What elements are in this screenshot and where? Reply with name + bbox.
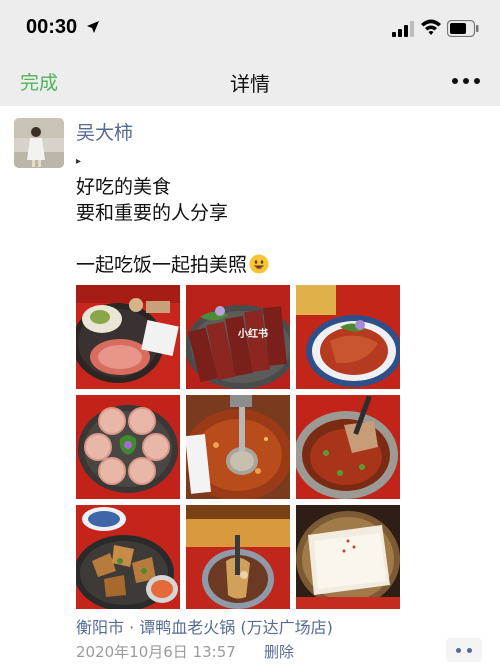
photo-watermark: 小红书 (237, 327, 268, 340)
more-dots-icon[interactable] (452, 76, 480, 86)
author-name[interactable]: 吴大柿 (76, 118, 133, 145)
post-timestamp: 2020年10月6日 13:57 (76, 643, 236, 661)
photo-platter-meat-sauce[interactable] (76, 285, 180, 389)
photo-grid: 小红书 (76, 285, 400, 609)
photo-bowl-chili-pieces[interactable] (296, 395, 400, 499)
photo-radish-cakes[interactable] (76, 395, 180, 499)
post-text-line: 一起吃饭一起拍美照 (76, 253, 269, 277)
post-text-line: 要和重要的人分享 (76, 202, 229, 224)
photo-tofu-skin-basket[interactable] (296, 505, 400, 609)
photo-hotpot-ladle[interactable] (186, 395, 290, 499)
grinning-face-emoji (249, 254, 269, 274)
nav-bar: 完成 详情 (0, 58, 500, 106)
comment-dots-icon[interactable] (446, 638, 482, 662)
page-title: 详情 (230, 72, 270, 96)
wifi-icon (421, 19, 441, 35)
post-text-line-content: 一起吃饭一起拍美照 (76, 254, 248, 276)
post-text-line: 好吃的美食 (76, 176, 172, 198)
delete-button[interactable]: 删除 (264, 641, 294, 662)
avatar[interactable] (14, 118, 64, 168)
bullet-marker: ▸ (76, 156, 82, 167)
photo-noodle-bowl-closeup[interactable] (186, 505, 290, 609)
photo-stir-fried-dish[interactable] (76, 505, 180, 609)
photo-spiced-dish-blue-plate[interactable] (296, 285, 400, 389)
status-bar: 00:30 (0, 0, 500, 58)
photo-duck-blood-slices[interactable]: 小红书 (186, 285, 290, 389)
location-link[interactable]: 衡阳市 · 谭鸭血老火锅 (万达广场店) (76, 614, 333, 638)
status-time: 00:30 (26, 16, 78, 38)
cellular-signal-icon (392, 21, 414, 37)
battery-icon (447, 20, 479, 37)
location-arrow-icon (87, 21, 99, 33)
